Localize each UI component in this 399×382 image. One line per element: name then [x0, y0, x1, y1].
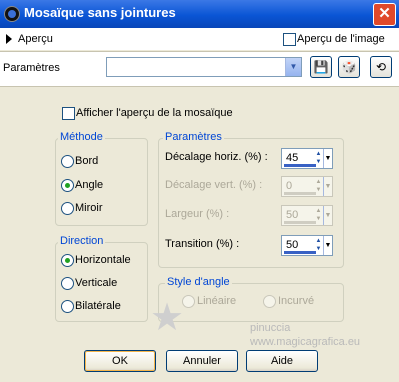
- method-radio-miroir[interactable]: [61, 202, 74, 215]
- direction-radio-verticale[interactable]: [61, 277, 74, 290]
- star-icon: ★: [150, 297, 185, 339]
- window-title: Mosaïque sans jointures: [24, 5, 176, 20]
- parameters-legend: Paramètres: [163, 131, 224, 143]
- transition-spinner[interactable]: 50 ▲ ▼ ▼: [281, 235, 333, 256]
- transition-label: Transition (%) :: [165, 238, 240, 250]
- save-icon: 💾: [313, 60, 329, 74]
- direction-label-verticale[interactable]: Verticale: [75, 277, 117, 289]
- chevron-down-icon[interactable]: ▼: [285, 58, 301, 76]
- v-offset-value[interactable]: 0: [286, 180, 292, 192]
- watermark-url: www.magicagrafica.eu: [250, 336, 361, 348]
- width-value[interactable]: 50: [286, 209, 298, 221]
- spin-arrows-icon[interactable]: ▲ ▼: [314, 178, 323, 194]
- transition-slider-bar[interactable]: [284, 251, 316, 254]
- width-label: Largeur (%) :: [165, 208, 230, 220]
- direction-radio-horizontale[interactable]: [61, 254, 74, 267]
- chevron-down-icon[interactable]: ▼: [323, 177, 332, 196]
- spin-arrows-icon[interactable]: ▲ ▼: [314, 237, 323, 253]
- h-offset-value[interactable]: 45: [286, 152, 298, 164]
- direction-label-horizontale[interactable]: Horizontale: [75, 254, 131, 266]
- h-offset-spinner[interactable]: 45 ▲ ▼ ▼: [281, 148, 333, 169]
- close-button[interactable]: ✕: [373, 3, 396, 26]
- method-radio-bord[interactable]: [61, 155, 74, 168]
- presets-combobox[interactable]: ▼: [106, 57, 302, 77]
- spin-arrows-icon[interactable]: ▲ ▼: [314, 150, 323, 166]
- method-legend: Méthode: [58, 131, 105, 143]
- randomize-button[interactable]: 🎲: [338, 56, 360, 78]
- transition-value[interactable]: 50: [286, 239, 298, 251]
- method-label-miroir[interactable]: Miroir: [75, 202, 103, 214]
- tiling-preview-checkbox[interactable]: [62, 107, 75, 120]
- direction-radio-bilaterale[interactable]: [61, 300, 74, 313]
- image-preview-checkbox[interactable]: [283, 33, 296, 46]
- preview-toggle-label[interactable]: Aperçu: [18, 33, 53, 45]
- direction-legend: Direction: [58, 235, 106, 247]
- v-offset-label: Décalage vert. (%) :: [165, 179, 263, 191]
- tiling-preview-label[interactable]: Afficher l'aperçu de la mosaïque: [76, 107, 233, 119]
- reset-button[interactable]: ⟲: [370, 56, 392, 78]
- dice-icon: 🎲: [341, 60, 357, 74]
- save-preset-button[interactable]: 💾: [310, 56, 332, 78]
- expand-triangle-icon[interactable]: [6, 34, 12, 44]
- ok-button[interactable]: OK: [84, 350, 156, 372]
- title-bar: Mosaïque sans jointures ✕: [0, 0, 399, 28]
- h-offset-slider-bar[interactable]: [284, 164, 316, 167]
- chevron-down-icon[interactable]: ▼: [323, 206, 332, 225]
- dialog-window: Mosaïque sans jointures ✕ Aperçu Aperçu …: [0, 0, 399, 382]
- method-radio-angle[interactable]: [61, 179, 74, 192]
- v-offset-spinner[interactable]: 0 ▲ ▼ ▼: [281, 176, 333, 197]
- watermark-name: pinuccia: [250, 322, 291, 334]
- width-slider-bar[interactable]: [284, 221, 316, 224]
- method-label-bord[interactable]: Bord: [75, 155, 98, 167]
- chevron-down-icon[interactable]: ▼: [323, 236, 332, 255]
- h-offset-label: Décalage horiz. (%) :: [165, 151, 268, 163]
- chevron-down-icon[interactable]: ▼: [323, 149, 332, 168]
- help-button[interactable]: Aide: [246, 350, 318, 372]
- direction-label-bilaterale[interactable]: Bilatérale: [75, 300, 121, 312]
- cancel-button[interactable]: Annuler: [166, 350, 238, 372]
- method-label-angle[interactable]: Angle: [75, 179, 103, 191]
- corner-style-legend: Style d'angle: [165, 276, 232, 288]
- v-offset-slider-bar[interactable]: [284, 192, 316, 195]
- reset-icon: ⟲: [375, 60, 387, 74]
- spin-arrows-icon[interactable]: ▲ ▼: [314, 207, 323, 223]
- width-spinner[interactable]: 50 ▲ ▼ ▼: [281, 205, 333, 226]
- image-preview-label[interactable]: Aperçu de l'image: [297, 33, 385, 45]
- app-icon: [4, 6, 20, 22]
- presets-label: Paramètres: [3, 62, 60, 74]
